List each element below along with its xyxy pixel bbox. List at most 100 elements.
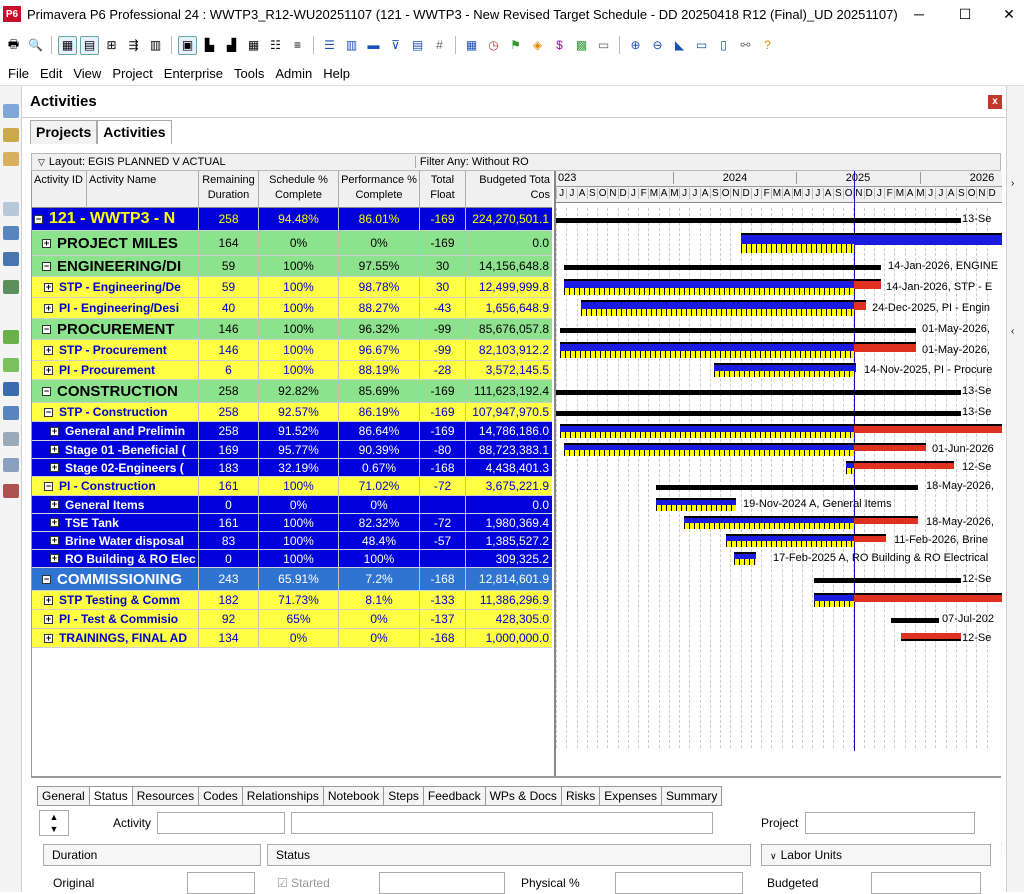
activity-name-cell[interactable]: + PI - Engineering/Desi [32,298,199,318]
remaining-bar[interactable] [854,536,886,542]
table-row[interactable]: − STP - Construction 258 92.57% 86.19% -169 10… [32,403,552,422]
details-icon[interactable]: ▣ [178,35,197,55]
baseline-bar[interactable] [846,461,954,463]
performance-complete-cell[interactable]: 0% [339,496,420,513]
budgeted-cost-cell[interactable]: 107,947,970.5 [466,403,552,421]
progress-tick[interactable] [840,431,841,438]
performance-complete-cell[interactable]: 98.78% [339,277,420,297]
progress-tick[interactable] [806,308,807,316]
budgeted-cost-cell[interactable]: 4,438,401.3 [466,459,552,476]
progress-tick[interactable] [751,541,752,547]
progress-tick[interactable] [741,243,742,253]
tab-activities[interactable]: Activities [97,120,172,144]
progress-tick[interactable] [725,431,726,438]
activity-name-cell[interactable]: + STP - Procurement [32,340,199,360]
progress-tick[interactable] [835,350,836,358]
progress-tick[interactable] [591,308,592,316]
progress-tick[interactable] [826,308,827,316]
schedule-complete-cell[interactable]: 65% [259,610,339,628]
help-icon[interactable]: ? [758,36,777,55]
progress-tick[interactable] [710,350,711,358]
progress-tick[interactable] [759,450,760,456]
progress-tick[interactable] [781,541,782,547]
progress-tick[interactable] [691,505,692,511]
performance-complete-cell[interactable]: 86.64% [339,422,420,440]
progress-tick[interactable] [769,370,770,377]
progress-tick[interactable] [645,350,646,358]
progress-tick[interactable] [679,287,680,295]
total-float-cell[interactable]: -80 [420,441,466,458]
tracking-icon[interactable] [3,252,19,266]
progress-tick[interactable] [759,287,760,295]
progress-tick[interactable] [794,370,795,377]
budgeted-cost-cell[interactable]: 428,305.0 [466,610,552,628]
progress-tick[interactable] [724,523,725,529]
progress-tick[interactable] [819,600,820,607]
progress-tick[interactable] [766,541,767,547]
activities-icon[interactable] [3,152,19,166]
progress-tick[interactable] [769,287,770,295]
details-tab-resources[interactable]: Resources [131,786,199,806]
planned-bar[interactable] [846,468,854,474]
remaining-bar[interactable] [854,365,856,372]
progress-tick[interactable] [836,541,837,547]
performance-complete-cell[interactable]: 0% [339,231,420,255]
progress-tick[interactable] [846,243,847,253]
progress-tick[interactable] [674,450,675,456]
expand-icon[interactable]: + [50,536,59,545]
progress-tick[interactable] [721,308,722,316]
progress-tick[interactable] [770,350,771,358]
details-tab-summary[interactable]: Summary [660,786,723,806]
progress-tick[interactable] [634,287,635,295]
progress-tick[interactable] [735,350,736,358]
schedule-complete-cell[interactable]: 95.77% [259,441,339,458]
progress-tick[interactable] [600,431,601,438]
progress-tick[interactable] [729,370,730,377]
progress-tick[interactable] [779,450,780,456]
progress-tick[interactable] [820,350,821,358]
planned-bar[interactable] [734,559,756,565]
progress-tick[interactable] [600,350,601,358]
progress-tick[interactable] [834,523,835,529]
progress-tick[interactable] [604,450,605,456]
progress-tick[interactable] [659,450,660,456]
remaining-duration-cell[interactable]: 40 [199,298,259,318]
progress-tick[interactable] [780,431,781,438]
performance-complete-cell[interactable]: 96.32% [339,319,420,339]
progress-tick[interactable] [720,431,721,438]
total-float-cell[interactable]: -99 [420,340,466,360]
progress-tick[interactable] [760,431,761,438]
progress-tick[interactable] [569,450,570,456]
risks-icon[interactable] [3,484,19,498]
progress-tick[interactable] [749,287,750,295]
progress-tick[interactable] [614,287,615,295]
progress-tick[interactable] [776,243,777,253]
progress-tick[interactable] [744,559,745,565]
menu-edit[interactable]: Edit [40,66,62,81]
maximize-button[interactable]: ☐ [950,4,980,24]
progress-tick[interactable] [664,450,665,456]
progress-tick[interactable] [780,350,781,358]
progress-tick[interactable] [849,450,850,456]
progress-tick[interactable] [646,308,647,316]
baseline-bar[interactable] [684,516,918,518]
performance-complete-cell[interactable]: 96.67% [339,340,420,360]
progress-tick[interactable] [819,370,820,377]
details-tab-steps[interactable]: Steps [383,786,423,806]
progress-tick[interactable] [595,350,596,358]
histogram-icon[interactable]: ▟ [222,36,241,55]
progress-tick[interactable] [774,370,775,377]
progress-tick[interactable] [579,450,580,456]
progress-tick[interactable] [699,287,700,295]
progress-tick[interactable] [819,450,820,456]
progress-tick[interactable] [716,308,717,316]
schedule-complete-cell[interactable]: 92.57% [259,403,339,421]
progress-tick[interactable] [830,350,831,358]
progress-tick[interactable] [844,523,845,529]
close-panel-icon[interactable]: x [988,95,1002,109]
progress-tick[interactable] [730,431,731,438]
progress-tick[interactable] [570,431,571,438]
progress-tick[interactable] [851,468,852,474]
progress-tick[interactable] [716,505,717,511]
total-float-cell[interactable]: -169 [420,380,466,402]
